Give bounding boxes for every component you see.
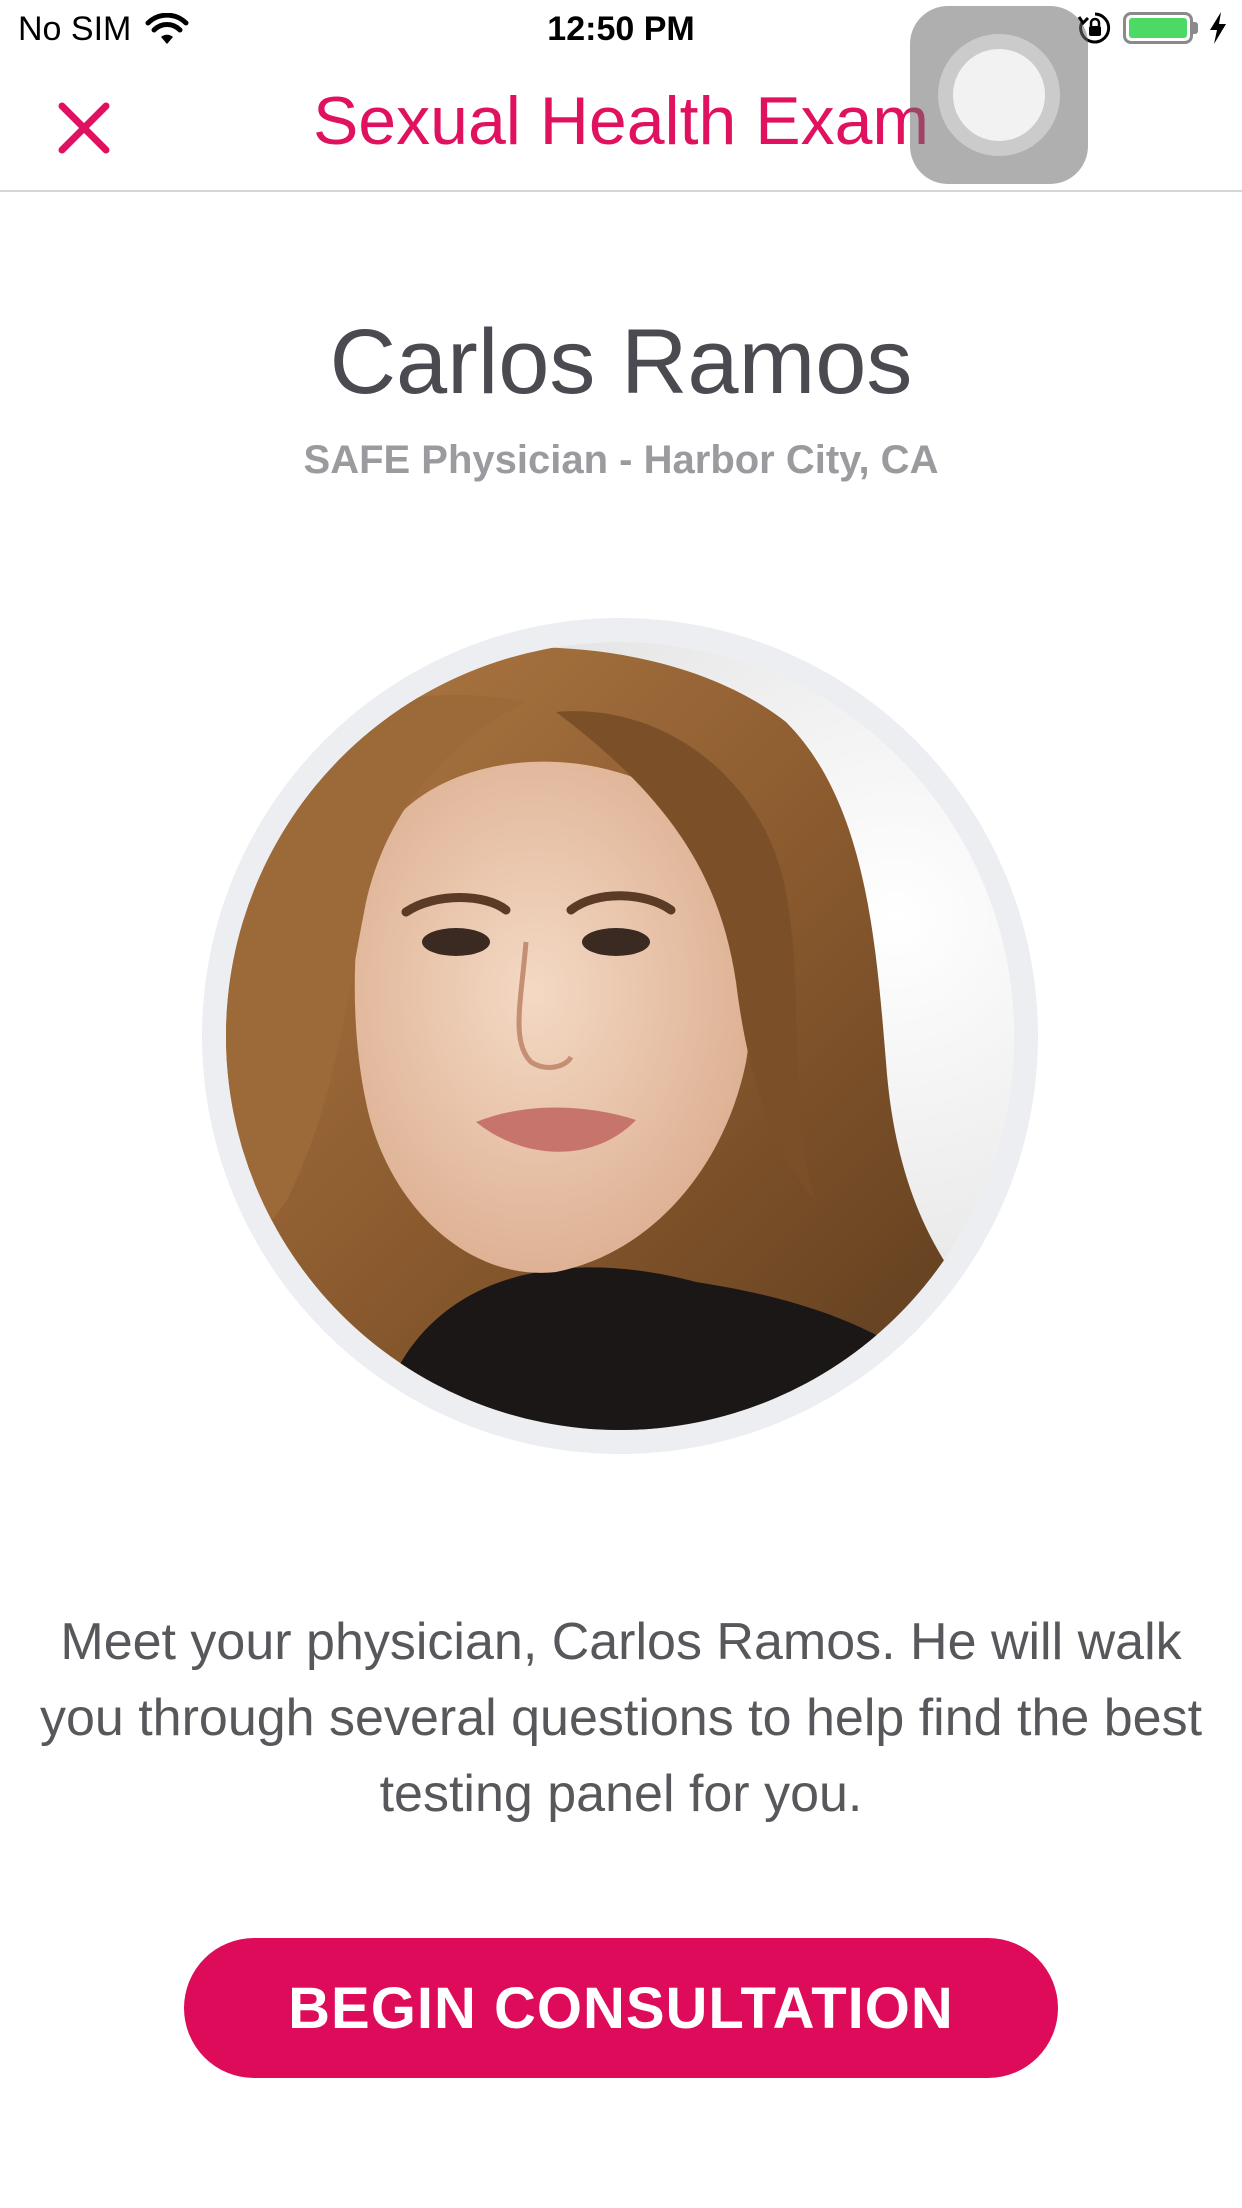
battery-fill xyxy=(1129,18,1187,38)
assistive-touch-core xyxy=(953,49,1045,141)
physician-intro-text: Meet your physician, Carlos Ramos. He wi… xyxy=(39,1613,1203,1823)
avatar-frame xyxy=(202,618,1038,1454)
assistive-touch-button[interactable] xyxy=(910,6,1088,184)
physician-photo xyxy=(226,642,1014,1430)
battery-body xyxy=(1123,12,1193,44)
status-right-group xyxy=(1077,10,1228,46)
charging-bolt-icon xyxy=(1210,12,1226,44)
physician-name: Carlos Ramos xyxy=(329,311,913,413)
begin-consultation-button[interactable]: BEGIN CONSULTATION xyxy=(184,1938,1058,2078)
physician-subtitle: SAFE Physician - Harbor City, CA xyxy=(303,438,939,482)
battery-icon xyxy=(1123,12,1198,44)
battery-tip xyxy=(1193,22,1198,34)
avatar xyxy=(226,642,1014,1430)
